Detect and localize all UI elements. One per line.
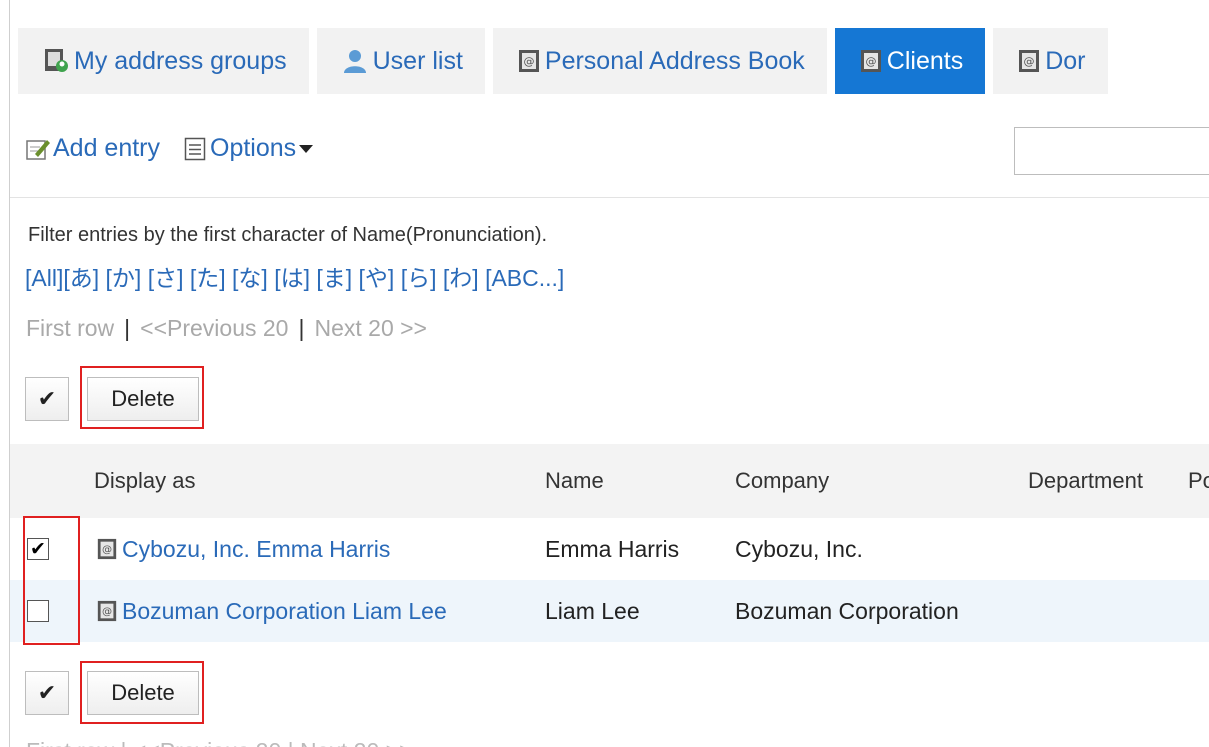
table-row: @ Bozuman Corporation Liam Lee Liam Lee …	[10, 580, 1209, 642]
bottom-pager: First row | <<Previous 20 | Next 20 >>	[26, 738, 413, 747]
next-20-link: Next 20 >>	[314, 315, 427, 341]
check-all-button[interactable]: ✔	[25, 671, 69, 715]
list-icon	[184, 137, 206, 161]
check-all-button[interactable]: ✔	[25, 377, 69, 421]
filter-all[interactable]: [All]	[25, 265, 63, 291]
address-book-icon: @	[1017, 48, 1041, 74]
company-cell: Bozuman Corporation	[735, 598, 959, 624]
pager: First row | <<Previous 20 | Next 20 >>	[26, 315, 427, 342]
user-icon	[341, 47, 369, 75]
svg-text:@: @	[102, 607, 112, 618]
svg-text:@: @	[1024, 55, 1035, 68]
checkmark-icon: ✔	[37, 680, 57, 705]
address-book-icon: @	[96, 599, 118, 623]
header-company[interactable]: Company	[735, 444, 829, 518]
svg-text:@: @	[102, 545, 112, 556]
filter-sa[interactable]: [さ]	[148, 265, 184, 291]
tab-bar: My address groups User list @ Personal A…	[10, 28, 1108, 94]
svg-text:@: @	[865, 55, 876, 68]
highlight-box	[23, 516, 80, 645]
display-as-link[interactable]: @ Cybozu, Inc. Emma Harris	[96, 518, 390, 580]
tab-label: My address groups	[74, 46, 287, 75]
filter-ya[interactable]: [や]	[359, 265, 395, 291]
filter-ta[interactable]: [た]	[190, 265, 226, 291]
filter-ra[interactable]: [ら]	[401, 265, 437, 291]
pager-separator: |	[298, 315, 305, 341]
address-group-icon	[42, 47, 70, 75]
options-menu-button[interactable]: Options	[184, 134, 314, 163]
tab-clients[interactable]: @ Clients	[834, 28, 986, 94]
tab-label: User list	[372, 46, 463, 75]
previous-20-link: <<Previous 20	[140, 315, 289, 341]
table-row: ✔ @ Cybozu, Inc. Emma Harris Emma Harris…	[10, 518, 1209, 580]
filter-na[interactable]: [な]	[232, 265, 268, 291]
divider	[10, 197, 1209, 198]
tab-user-list[interactable]: User list	[316, 28, 485, 94]
filter-a[interactable]: [あ]	[63, 265, 99, 291]
search-input[interactable]	[1014, 127, 1209, 175]
display-as-link[interactable]: @ Bozuman Corporation Liam Lee	[96, 580, 447, 642]
highlight-box	[80, 366, 204, 429]
filter-wa[interactable]: [わ]	[443, 265, 479, 291]
first-character-filter: [All][あ] [か] [さ] [た] [な] [は] [ま] [や] [ら]…	[25, 259, 564, 293]
header-department[interactable]: Department	[1028, 444, 1143, 518]
pager-separator: |	[124, 315, 131, 341]
checkmark-icon: ✔	[37, 386, 57, 411]
filter-ha[interactable]: [は]	[274, 265, 310, 291]
highlight-box	[80, 661, 204, 724]
tab-label: Personal Address Book	[544, 46, 805, 75]
filter-ka[interactable]: [か]	[106, 265, 142, 291]
toolbar: Add entry Options	[25, 134, 314, 163]
add-entry-button[interactable]: Add entry	[25, 134, 160, 163]
first-row-link: First row	[26, 315, 115, 341]
header-position[interactable]: Po	[1188, 444, 1209, 518]
table-header: Display as Name Company Department Po	[10, 444, 1209, 518]
filter-abc[interactable]: [ABC...]	[485, 265, 564, 291]
filter-instructions: Filter entries by the first character of…	[28, 224, 548, 246]
address-book-icon: @	[96, 537, 118, 561]
address-book-icon: @	[517, 48, 541, 74]
address-book-icon: @	[859, 48, 883, 74]
tab-domain[interactable]: @ Dor	[993, 28, 1108, 94]
display-as-text: Bozuman Corporation Liam Lee	[122, 598, 447, 624]
edit-icon	[25, 136, 51, 162]
filter-ma[interactable]: [ま]	[316, 265, 352, 291]
name-cell: Emma Harris	[545, 536, 680, 562]
company-cell: Cybozu, Inc.	[735, 536, 863, 562]
svg-text:@: @	[523, 55, 534, 68]
address-book-panel: My address groups User list @ Personal A…	[9, 0, 1209, 747]
caret-down-icon	[299, 144, 314, 154]
header-name[interactable]: Name	[545, 444, 604, 518]
tab-my-address-groups[interactable]: My address groups	[18, 28, 309, 94]
display-as-text: Cybozu, Inc. Emma Harris	[122, 536, 391, 562]
header-display-as[interactable]: Display as	[94, 444, 195, 518]
tab-label: Dor	[1045, 46, 1086, 75]
options-label: Options	[210, 134, 297, 162]
add-entry-label: Add entry	[53, 134, 161, 162]
tab-label: Clients	[886, 46, 964, 75]
name-cell: Liam Lee	[545, 598, 640, 624]
tab-personal-address-book[interactable]: @ Personal Address Book	[492, 28, 827, 94]
